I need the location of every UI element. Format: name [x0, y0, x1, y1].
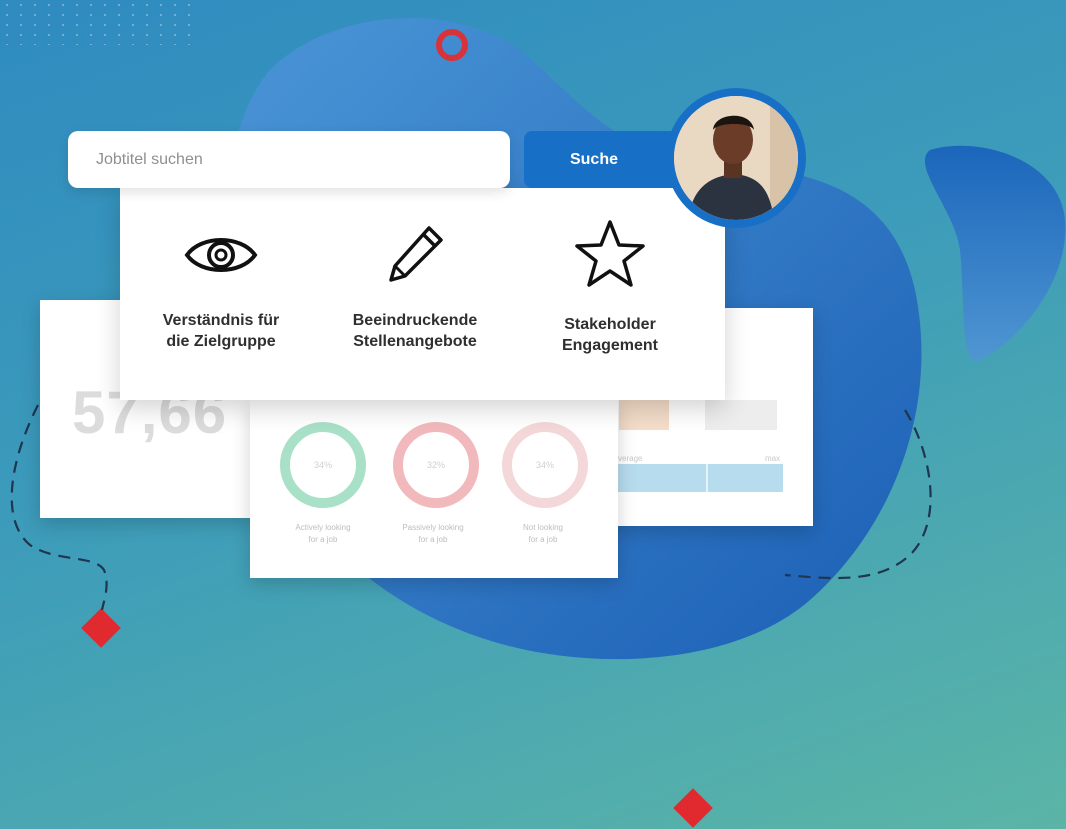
donut-label-line: for a job	[308, 535, 338, 544]
donut-label-line: for a job	[528, 535, 558, 544]
feature-label: Beeindruckende Stellenangebote	[325, 310, 505, 352]
feature-stakeholder: Stakeholder Engagement	[520, 218, 700, 356]
donut-percent: 32%	[426, 460, 445, 470]
donut-label: Not looking for a job	[498, 522, 588, 546]
person-icon	[674, 96, 798, 220]
chart-label-box	[705, 400, 777, 430]
feature-label-line: Stakeholder	[564, 316, 656, 333]
search-button[interactable]: Suche	[524, 131, 684, 188]
feature-audience: Verständnis für die Zielgruppe	[131, 230, 311, 352]
feature-label-line: Beeindruckende	[352, 312, 478, 329]
donut-chart: 32%	[393, 422, 479, 508]
job-title-search-input[interactable]: Jobtitel suchen	[68, 131, 510, 188]
eye-icon	[184, 238, 258, 272]
donut-percent: 34%	[313, 460, 332, 470]
range-bar-divider	[706, 464, 708, 492]
feature-job-ads: Beeindruckende Stellenangebote	[325, 222, 505, 352]
bar-label-right: max	[765, 454, 781, 463]
donut-label: Actively looking for a job	[278, 522, 368, 546]
avatar	[666, 88, 806, 228]
feature-label: Stakeholder Engagement	[520, 314, 700, 356]
range-bar	[618, 464, 783, 492]
donut-label-line: for a job	[418, 535, 448, 544]
donut-label-line: Passively looking	[402, 523, 464, 532]
features-panel: Verständnis für die Zielgruppe Beeindruc…	[120, 188, 725, 400]
donut-percent: 34%	[535, 460, 554, 470]
chart-label-box	[619, 400, 669, 430]
feature-label-line: Verständnis für	[162, 312, 280, 329]
donut-label: Passively looking for a job	[388, 522, 478, 546]
donut-chart: 34%	[502, 422, 588, 508]
feature-label-line: die Zielgruppe	[166, 333, 276, 350]
donut-label-line: Actively looking	[295, 523, 351, 532]
red-ring-decoration	[436, 29, 468, 61]
feature-label-line: Engagement	[561, 337, 658, 354]
donut-chart: 34%	[280, 422, 366, 508]
feature-label-line: Stellenangebote	[353, 333, 477, 350]
side-blob	[924, 145, 1066, 361]
bar-label-left: verage	[618, 454, 643, 463]
donut-stats-card: 34% 32% 34% Actively looking for a job P…	[250, 400, 618, 578]
dot-pattern	[0, 0, 190, 45]
red-diamond-decoration	[673, 788, 713, 828]
feature-label: Verständnis für die Zielgruppe	[131, 310, 311, 352]
donut-label-line: Not looking	[522, 523, 564, 532]
avatar-photo	[674, 96, 798, 220]
star-icon	[575, 220, 645, 287]
red-diamond-decoration	[81, 608, 121, 648]
pencil-icon	[389, 226, 443, 282]
